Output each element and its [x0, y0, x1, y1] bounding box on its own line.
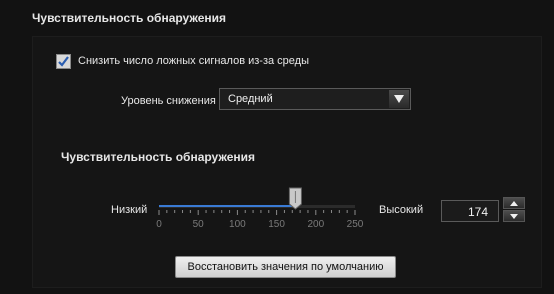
- triangle-down-icon: [394, 95, 404, 103]
- slider-tick-label: 0: [156, 219, 162, 230]
- dropdown-button[interactable]: [389, 90, 409, 108]
- high-label: Высокий: [379, 204, 424, 216]
- panel-title: Чувствительность обнаружения: [32, 11, 227, 25]
- reduction-level-label: Уровень снижения: [121, 95, 216, 107]
- slider-tick-label: 150: [268, 219, 285, 230]
- spin-down-button[interactable]: [503, 210, 525, 222]
- slider-tick-label: 100: [229, 219, 246, 230]
- reduce-false-alarms-checkbox[interactable]: [56, 54, 71, 69]
- reduce-false-alarms-label: Снизить число ложных сигналов из-за сред…: [78, 55, 309, 67]
- triangle-down-icon: [510, 213, 518, 219]
- sensitivity-value-input[interactable]: 174: [441, 200, 499, 222]
- reduction-level-select[interactable]: Средний: [219, 88, 411, 110]
- spin-up-button[interactable]: [503, 197, 525, 209]
- sensitivity-title: Чувствительность обнаружения: [61, 150, 256, 164]
- slider-fill: [159, 205, 296, 207]
- slider-tick-label: 50: [193, 219, 205, 230]
- low-label: Низкий: [111, 204, 148, 216]
- slider-tick-label: 200: [307, 219, 324, 230]
- reduction-level-value: Средний: [228, 93, 273, 105]
- sensitivity-value: 174: [467, 205, 488, 219]
- restore-defaults-button[interactable]: Восстановить значения по умолчанию: [175, 256, 396, 278]
- slider-tick-label: 250: [347, 219, 364, 230]
- checkmark-icon: [58, 56, 69, 67]
- triangle-up-icon: [510, 200, 518, 206]
- sensitivity-slider[interactable]: 0 50 100 150 200 250: [155, 186, 365, 232]
- settings-panel: Чувствительность обнаружения Снизить чис…: [0, 0, 554, 294]
- slider-thumb[interactable]: [288, 187, 302, 210]
- sensitivity-spinner: [503, 197, 525, 223]
